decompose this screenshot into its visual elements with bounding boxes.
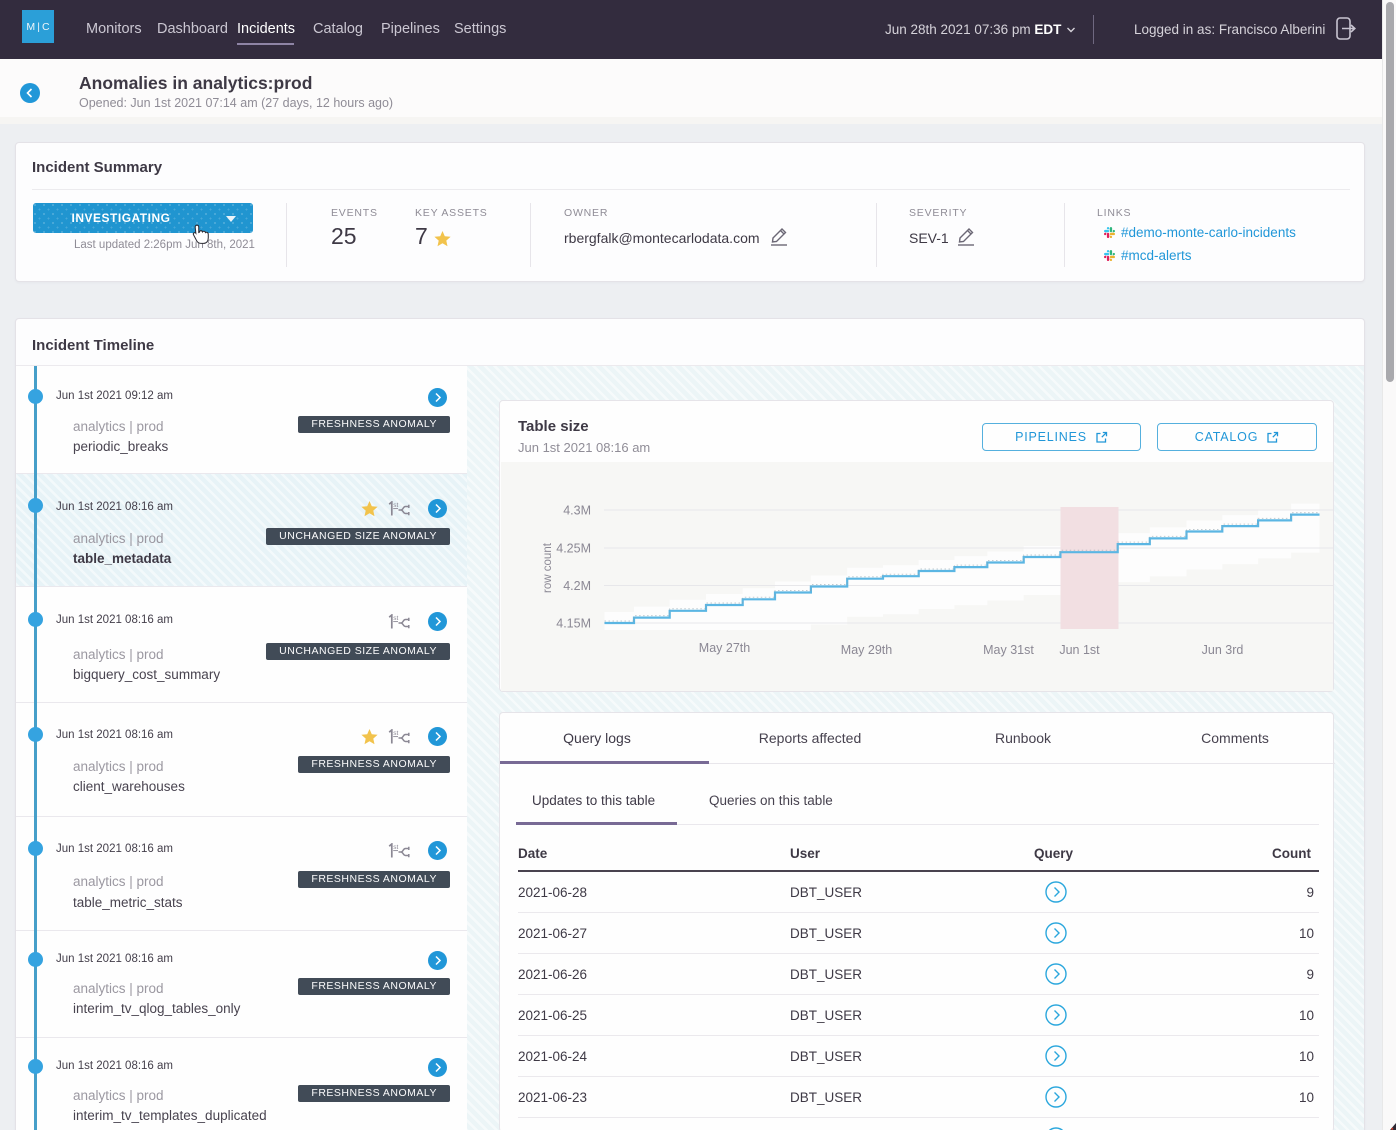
svg-text:May 29th: May 29th (841, 643, 892, 657)
svg-text:Jun 1st: Jun 1st (1059, 643, 1100, 657)
svg-text:May 27th: May 27th (699, 641, 750, 655)
svg-text:4.15M: 4.15M (556, 617, 591, 631)
svg-text:4.25M: 4.25M (556, 542, 591, 556)
svg-text:4.3M: 4.3M (563, 504, 591, 518)
svg-text:row count: row count (542, 542, 554, 593)
svg-text:Jun 3rd: Jun 3rd (1202, 643, 1244, 657)
svg-text:May 31st: May 31st (983, 643, 1034, 657)
svg-text:4.2M: 4.2M (563, 579, 591, 593)
